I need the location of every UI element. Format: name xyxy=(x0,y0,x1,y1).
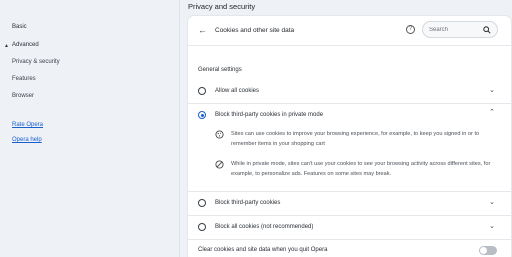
divider xyxy=(188,239,511,240)
general-settings-heading: General settings xyxy=(198,67,242,73)
rate-opera-link[interactable]: Rate Opera xyxy=(12,122,43,128)
radio-block-all[interactable] xyxy=(198,223,206,231)
divider xyxy=(188,103,511,104)
chevron-down-icon[interactable]: ⌄ xyxy=(489,222,495,230)
option-label: Allow all cookies xyxy=(215,88,260,94)
search-icon[interactable] xyxy=(483,26,491,34)
option-label: Block third-party cookies in private mod… xyxy=(215,112,324,118)
option-block-third-party[interactable]: Block third-party cookies ⌄ xyxy=(188,195,511,213)
divider xyxy=(188,191,511,192)
clear-on-quit-toggle[interactable] xyxy=(479,246,497,255)
nav-browser[interactable]: Browser xyxy=(12,93,34,99)
chevron-up-icon[interactable]: ⌃ xyxy=(489,108,495,116)
section-title: Privacy and security xyxy=(188,2,256,11)
option-label: Block third-party cookies xyxy=(215,200,281,206)
question-circle-icon[interactable]: ? xyxy=(406,25,415,34)
search-box[interactable] xyxy=(422,21,498,38)
divider xyxy=(188,215,511,216)
detail-text: While in private mode, sites can't use y… xyxy=(231,161,491,177)
nav-advanced[interactable]: Advanced xyxy=(12,42,39,48)
divider xyxy=(188,45,511,46)
nav-privacy-security[interactable]: Privacy & security xyxy=(12,59,60,65)
option-block-all[interactable]: Block all cookies (not recommended) ⌄ xyxy=(188,219,511,237)
nav-features[interactable]: Features xyxy=(12,76,36,82)
chevron-down-icon[interactable]: ⌄ xyxy=(489,86,495,94)
radio-block-third-party-private[interactable] xyxy=(198,111,206,119)
detail-text: Sites can use cookies to improve your br… xyxy=(231,131,480,147)
opera-help-link[interactable]: Opera help xyxy=(12,137,42,143)
block-icon xyxy=(215,160,224,169)
search-input[interactable] xyxy=(429,25,485,35)
arrow-left-icon[interactable]: ← xyxy=(198,25,207,35)
option-allow-all[interactable]: Allow all cookies ⌄ xyxy=(188,83,511,101)
radio-allow-all[interactable] xyxy=(198,87,206,95)
cookies-card: ← Cookies and other site data ? General … xyxy=(188,16,511,257)
page-title: Cookies and other site data xyxy=(215,27,295,34)
sidebar: Basic ▲ Advanced Privacy & security Feat… xyxy=(0,0,180,257)
caret-up-icon: ▲ xyxy=(4,43,9,49)
nav-basic[interactable]: Basic xyxy=(12,24,27,30)
clear-on-quit-label: Clear cookies and site data when you qui… xyxy=(198,247,328,253)
chevron-down-icon[interactable]: ⌄ xyxy=(489,198,495,206)
cookie-icon xyxy=(215,130,224,139)
option-block-third-party-private[interactable]: Block third-party cookies in private mod… xyxy=(188,107,511,125)
option-label: Block all cookies (not recommended) xyxy=(215,224,314,230)
radio-block-third-party[interactable] xyxy=(198,199,206,207)
